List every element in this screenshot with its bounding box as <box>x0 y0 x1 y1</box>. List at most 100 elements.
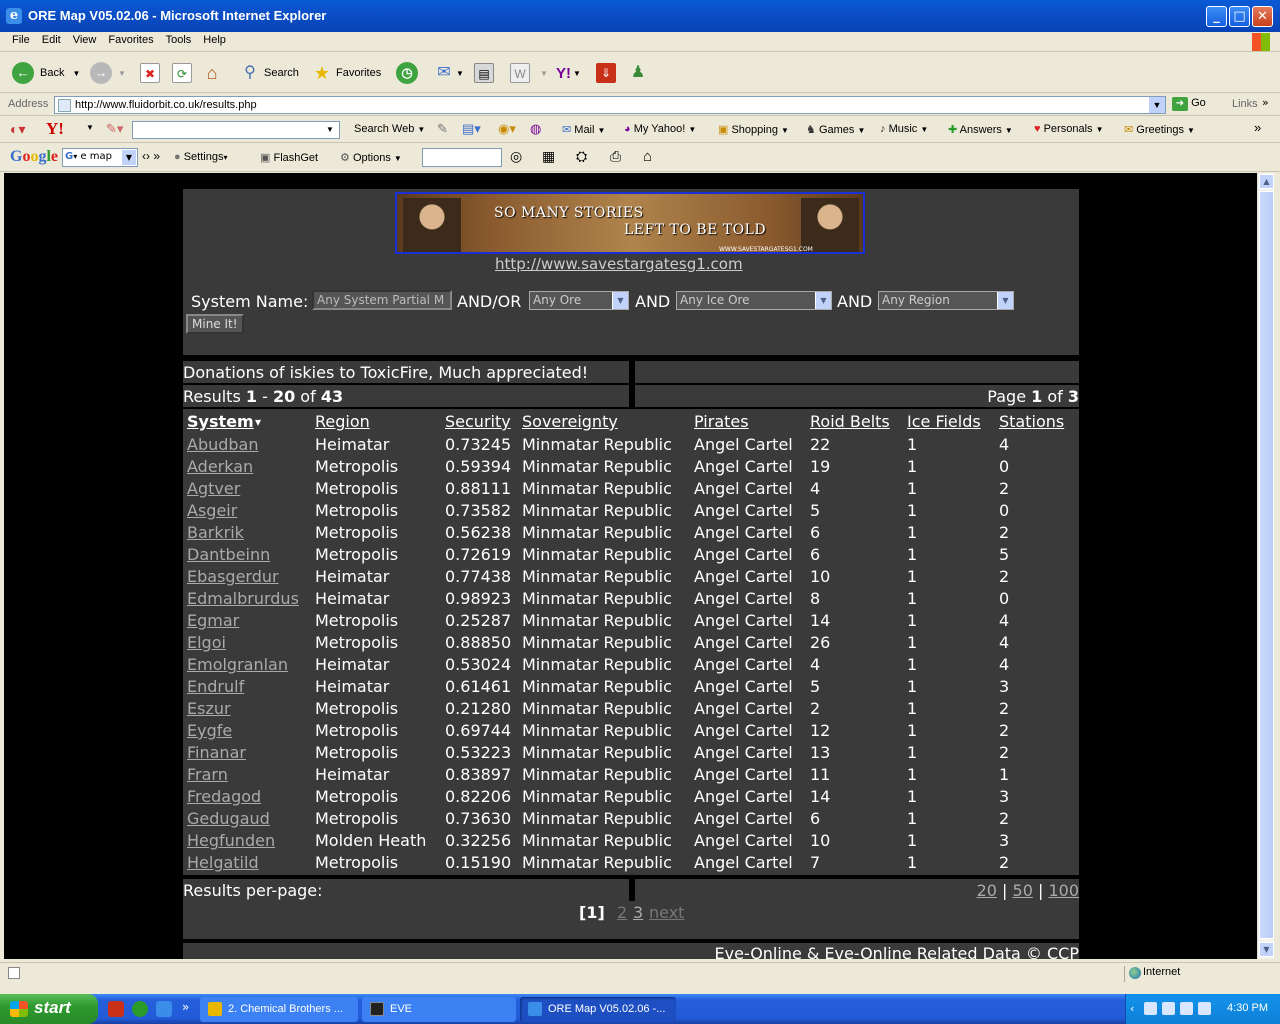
search-web-button[interactable]: Search Web ▼ <box>354 123 425 135</box>
banner-link[interactable]: http://www.savestargatesg1.com <box>495 255 743 273</box>
search-button[interactable]: ⚲ Search <box>240 61 299 85</box>
column-header-ice-fields[interactable]: Ice Fields <box>907 412 981 431</box>
address-input[interactable]: http://www.fluidorbit.co.uk/results.php … <box>54 96 1166 114</box>
google-search-select[interactable]: G▾ e map ▼ <box>62 148 138 167</box>
pencil-icon[interactable]: ✎ <box>437 121 448 137</box>
menu-tools[interactable]: Tools <box>160 32 198 48</box>
cell-system[interactable]: Eygfe <box>187 721 232 740</box>
layout-icon[interactable]: ▤▾ <box>462 121 481 137</box>
back-button[interactable]: ← Back ▼ <box>12 61 80 85</box>
cell-system[interactable]: Edmalbrurdus <box>187 589 299 608</box>
cell-system[interactable]: Emolgranlan <box>187 655 288 674</box>
menu-favorites[interactable]: Favorites <box>102 32 159 48</box>
yahoo-messenger-button[interactable]: Y! ▼ <box>556 61 581 85</box>
cell-system[interactable]: Gedugaud <box>187 809 270 828</box>
minimize-button[interactable]: _ <box>1206 6 1227 27</box>
messenger-quicklaunch-icon[interactable] <box>132 1001 148 1017</box>
region-dropdown-icon[interactable]: ▼ <box>997 292 1013 309</box>
cell-system[interactable]: Finanar <box>187 743 246 762</box>
games-button[interactable]: ♞ Games ▼ <box>806 123 865 136</box>
home-button[interactable]: ⌂ <box>202 61 222 85</box>
yahoo-dropdown-icon[interactable]: ▼ <box>86 123 94 132</box>
flashget-quicklaunch-icon[interactable] <box>108 1001 124 1017</box>
close-button[interactable]: ✕ <box>1252 6 1273 27</box>
menu-file[interactable]: File <box>6 32 36 48</box>
ice-dropdown-icon[interactable]: ▼ <box>815 292 831 309</box>
tray-network-icon[interactable] <box>1144 1002 1157 1015</box>
links-chevron-icon[interactable]: » <box>1262 96 1269 109</box>
column-header-stations[interactable]: Stations <box>999 412 1064 431</box>
highlight-icon[interactable]: ✎▾ <box>106 121 123 137</box>
cell-system[interactable]: Dantbeinn <box>187 545 270 564</box>
vertical-scrollbar[interactable]: ▲ ▼ <box>1257 173 1274 959</box>
search-globe-icon[interactable]: ◎ <box>510 148 522 165</box>
cell-system[interactable]: Egmar <box>187 611 239 630</box>
yahoo-search-dropdown-icon[interactable]: ▼ <box>326 125 334 134</box>
yahoo-logo-icon[interactable]: Y! <box>46 119 64 139</box>
google-search-input[interactable] <box>422 148 502 167</box>
answers-button[interactable]: ✚ Answers ▼ <box>948 123 1013 136</box>
capture-icon[interactable]: ▦ <box>542 148 555 165</box>
cell-system[interactable]: Hegfunden <box>187 831 275 850</box>
cell-system[interactable]: Fredagod <box>187 787 261 806</box>
cell-system[interactable]: Abudban <box>187 435 259 454</box>
menu-view[interactable]: View <box>67 32 103 48</box>
flashget-button[interactable]: ⇓ <box>596 61 616 85</box>
mine-it-button[interactable]: Mine It! <box>186 314 244 334</box>
yahoo-mail-button[interactable]: ✉ Mail ▼ <box>562 123 605 136</box>
scroll-up-icon[interactable]: ▲ <box>1259 174 1274 189</box>
per-page-20[interactable]: 20 <box>977 881 997 900</box>
scroll-down-icon[interactable]: ▼ <box>1259 942 1274 957</box>
region-select[interactable]: Any Region ▼ <box>878 291 1014 310</box>
cell-system[interactable]: Endrulf <box>187 677 244 696</box>
my-yahoo-button[interactable]: ◕ My Yahoo! ▼ <box>624 123 696 135</box>
forward-dropdown-icon[interactable]: ▼ <box>118 69 126 78</box>
ore-select[interactable]: Any Ore ▼ <box>529 291 629 310</box>
forward-button[interactable]: → ▼ <box>90 61 126 85</box>
edit-button[interactable]: W ▼ <box>510 61 548 85</box>
cell-system[interactable]: Frarn <box>187 765 228 784</box>
column-header-system[interactable]: System <box>187 412 254 431</box>
per-page-50[interactable]: 50 <box>1013 881 1033 900</box>
mail-button[interactable]: ✉ ▼ <box>434 61 464 85</box>
google-logo[interactable]: Google <box>10 148 58 166</box>
menu-help[interactable]: Help <box>197 32 232 48</box>
yahoo-more-icon[interactable]: » <box>1254 120 1261 135</box>
start-button[interactable]: start <box>0 994 98 1024</box>
tray-volume-icon[interactable] <box>1180 1002 1193 1015</box>
options-button[interactable]: ⚙ Options ▼ <box>340 151 402 164</box>
system-name-input[interactable]: Any System Partial M <box>312 290 452 310</box>
ore-dropdown-icon[interactable]: ▼ <box>612 292 628 309</box>
home-toolbar-icon[interactable]: ⌂ <box>643 148 652 165</box>
yahoo-menu-icon[interactable]: ◐▾ <box>10 121 25 138</box>
headphones-icon[interactable]: ◍ <box>530 121 541 137</box>
shopping-button[interactable]: ▣ Shopping ▼ <box>718 123 789 136</box>
go-button[interactable]: ➜ Go <box>1172 97 1206 111</box>
cell-system[interactable]: Aderkan <box>187 457 253 476</box>
globe-icon[interactable]: ◉▾ <box>498 121 516 137</box>
per-page-100[interactable]: 100 <box>1048 881 1079 900</box>
cell-system[interactable]: Helgatild <box>187 853 259 872</box>
google-arrows-icon[interactable]: ‹› » <box>142 149 160 163</box>
column-header-security[interactable]: Security <box>445 412 511 431</box>
cell-system[interactable]: Ebasgerdur <box>187 567 279 586</box>
column-header-roid-belts[interactable]: Roid Belts <box>810 412 890 431</box>
cell-system[interactable]: Eszur <box>187 699 231 718</box>
ice-ore-select[interactable]: Any Ice Ore ▼ <box>676 291 832 310</box>
back-dropdown-icon[interactable]: ▼ <box>72 69 80 78</box>
print-toolbar-icon[interactable]: ⎙ <box>610 148 621 165</box>
flashget-toolbar-button[interactable]: ▣ FlashGet <box>260 151 318 164</box>
page-3-link[interactable]: 3 <box>633 903 643 922</box>
google-settings-button[interactable]: ● Settings▾ <box>174 151 227 163</box>
column-header-sovereignty[interactable]: Sovereignty <box>522 412 618 431</box>
music-button[interactable]: ♪ Music ▼ <box>880 123 928 135</box>
personals-button[interactable]: ♥ Personals ▼ <box>1034 123 1104 135</box>
tray-security-icon[interactable] <box>1198 1002 1211 1015</box>
address-dropdown-icon[interactable]: ▼ <box>1149 97 1165 113</box>
quicklaunch-more-icon[interactable]: » <box>182 1000 189 1014</box>
favorites-button[interactable]: ★ Favorites <box>312 61 381 85</box>
cell-system[interactable]: Agtver <box>187 479 240 498</box>
greetings-button[interactable]: ✉ Greetings ▼ <box>1124 123 1195 136</box>
links-button[interactable]: Links <box>1232 98 1258 110</box>
cell-system[interactable]: Asgeir <box>187 501 237 520</box>
